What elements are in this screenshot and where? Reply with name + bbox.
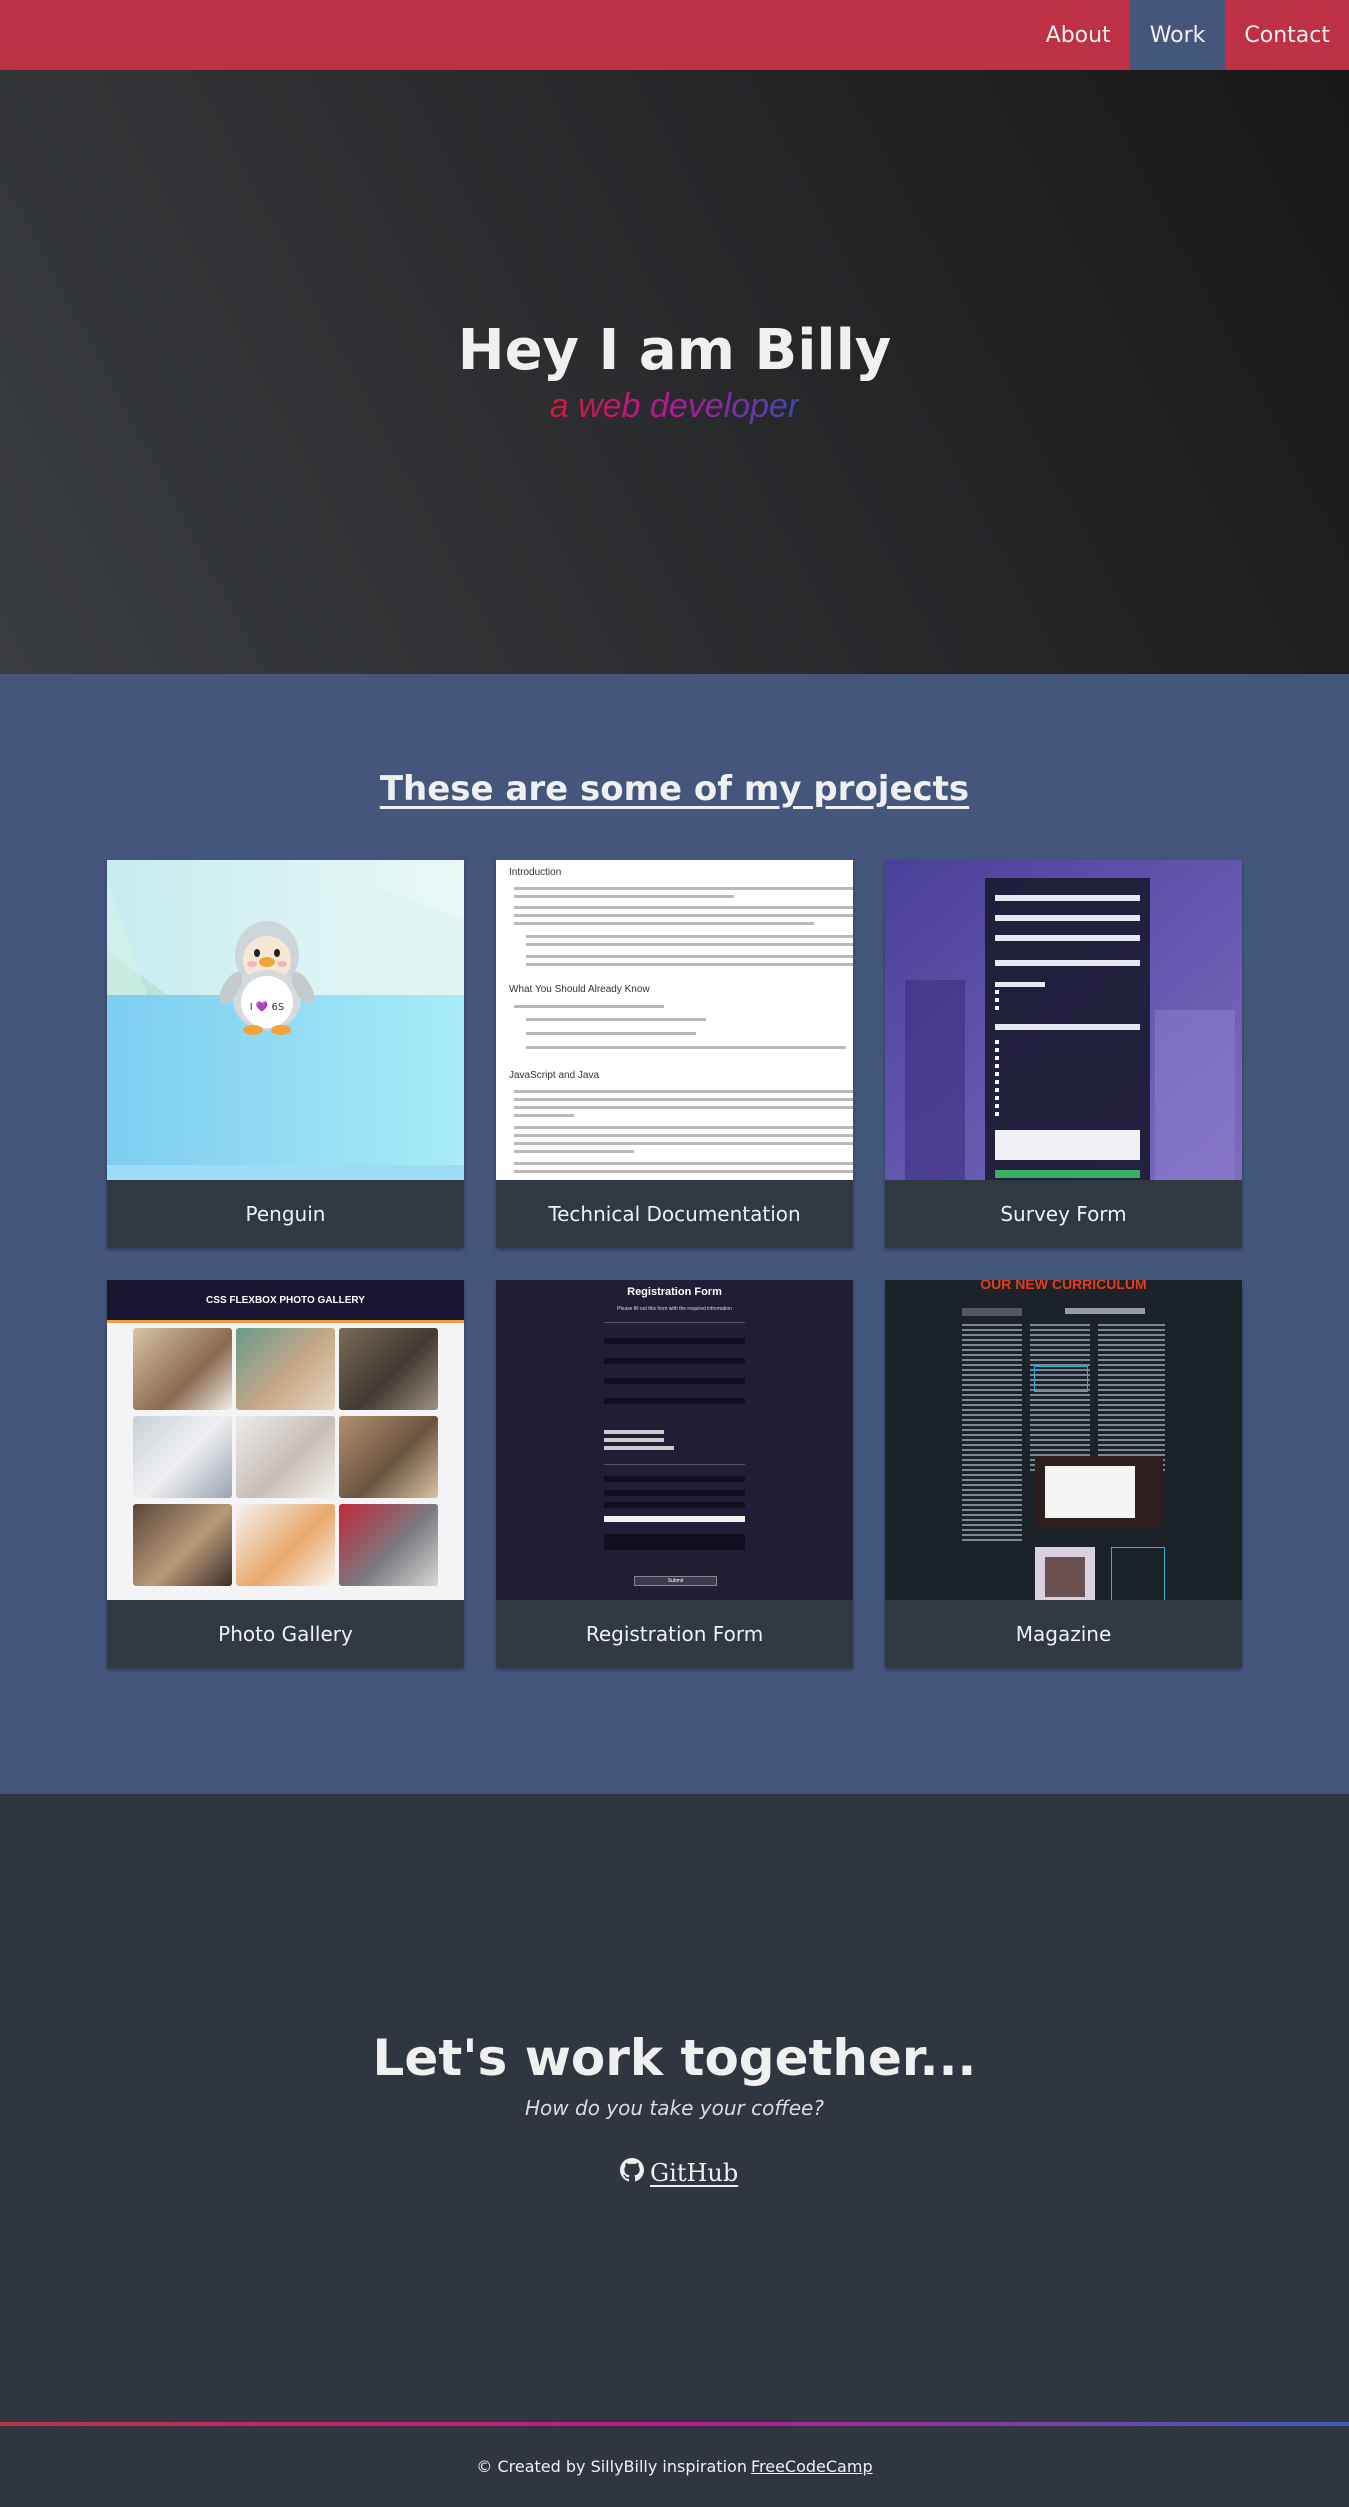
footer-text: © Created by SillyBilly inspiration (476, 2457, 747, 2476)
project-tile-penguin[interactable]: I 💜 6S Penguin (107, 860, 464, 1248)
registration-thumbnail: Registration Form Please fill out this f… (496, 1280, 853, 1600)
top-nav: About Work Contact (0, 0, 1349, 70)
freecodecamp-link[interactable]: FreeCodeCamp (751, 2457, 873, 2476)
contact-section: Let's work together... How do you take y… (0, 1794, 1349, 2424)
github-link[interactable]: GitHub (620, 2157, 738, 2189)
nav-about[interactable]: About (1027, 0, 1130, 70)
project-tile-registration-form[interactable]: Registration Form Please fill out this f… (496, 1280, 853, 1668)
survey-thumbnail (885, 860, 1242, 1180)
project-title: Magazine (1015, 1622, 1112, 1646)
project-tile-survey-form[interactable]: Survey Form (885, 860, 1242, 1248)
project-title: Survey Form (1000, 1202, 1127, 1226)
project-title: Technical Documentation (548, 1202, 801, 1226)
penguin-image: I 💜 6S (107, 860, 464, 1180)
penguin-thumbnail: I 💜 6S (107, 860, 464, 1180)
survey-image (885, 860, 1242, 1180)
project-title: Registration Form (585, 1622, 764, 1646)
magazine-thumbnail: OUR NEW CURRICULUM (885, 1280, 1242, 1600)
techdoc-thumbnail: Introduction What You Should Already Kno… (496, 860, 853, 1180)
project-tile-photo-gallery[interactable]: CSS FLEXBOX PHOTO GALLERY Photo Gallery (107, 1280, 464, 1668)
contact-question: How do you take your coffee? (525, 2096, 824, 2120)
welcome-section: Hey I am Billy a web developer (0, 70, 1349, 674)
svg-text:I 💜 6S: I 💜 6S (250, 1001, 284, 1013)
project-title: Penguin (245, 1202, 326, 1226)
hero-subtitle: a web developer (549, 387, 800, 425)
nav-contact[interactable]: Contact (1225, 0, 1349, 70)
projects-section: These are some of my projects I 💜 6S Pen… (0, 674, 1349, 1794)
nav-work[interactable]: Work (1129, 0, 1226, 70)
project-tile-magazine[interactable]: OUR NEW CURRICULUM Magazine (885, 1280, 1242, 1668)
github-icon (620, 2158, 644, 2188)
contact-heading: Let's work together... (372, 2029, 977, 2087)
github-label: GitHub (650, 2159, 739, 2187)
project-tile-technical-documentation[interactable]: Introduction What You Should Already Kno… (496, 860, 853, 1248)
hero-title: Hey I am Billy (457, 318, 892, 383)
footer: © Created by SillyBilly inspiration Free… (0, 2426, 1349, 2507)
projects-heading: These are some of my projects (379, 769, 970, 809)
project-title: Photo Gallery (218, 1622, 353, 1646)
gallery-thumbnail: CSS FLEXBOX PHOTO GALLERY (107, 1280, 464, 1600)
